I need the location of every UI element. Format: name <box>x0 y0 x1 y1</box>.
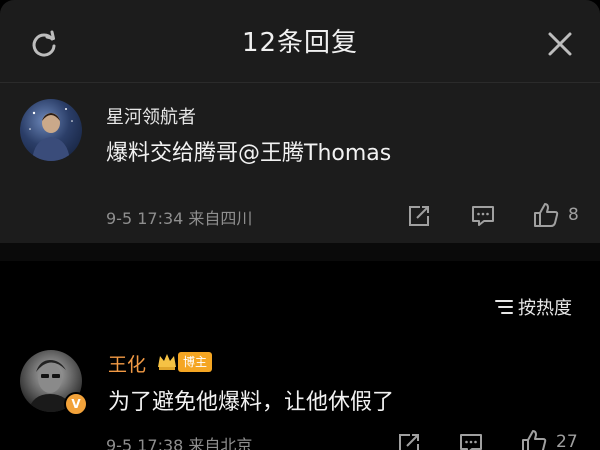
like-button[interactable]: 27 <box>520 428 578 450</box>
avatar[interactable] <box>20 99 82 161</box>
author-badge: 博主 <box>178 352 213 372</box>
like-count: 8 <box>568 205 579 225</box>
close-button[interactable] <box>542 26 578 62</box>
comment-button[interactable] <box>470 204 496 228</box>
like-icon <box>534 203 559 227</box>
share-icon <box>409 206 429 226</box>
share-button[interactable] <box>406 204 432 228</box>
share-icon <box>399 434 419 450</box>
comment-meta: 9-5 17:34 来自四川 <box>106 209 253 228</box>
page-title: 12条回复 <box>241 28 359 58</box>
comment-meta: 9-5 17:38 来自北京 <box>106 436 253 450</box>
reply-sheet: 12条回复 星河领航者 爆料交给腾哥@王腾Thomas 9-5 17:34 来自… <box>0 0 600 450</box>
comment-item: 星河领航者 爆料交给腾哥@王腾Thomas 9-5 17:34 来自四川 8 <box>0 83 600 243</box>
comment-button[interactable] <box>458 432 484 450</box>
comment-username[interactable]: 星河领航者 <box>106 103 196 129</box>
share-button[interactable] <box>396 432 422 450</box>
section-divider <box>0 243 600 261</box>
sort-label: 按热度 <box>518 298 572 319</box>
sort-icon <box>495 300 513 314</box>
crown-icon <box>158 354 176 370</box>
sort-toggle[interactable]: 按热度 <box>494 294 572 320</box>
verified-icon: V <box>64 392 88 416</box>
comment-text: 爆料交给腾哥@王腾Thomas <box>106 141 392 166</box>
comment-icon <box>460 434 482 450</box>
comment-icon <box>472 206 494 226</box>
close-icon <box>548 32 572 56</box>
avatar-image <box>29 108 73 161</box>
header-bar: 12条回复 <box>0 0 600 83</box>
like-count: 27 <box>556 432 578 450</box>
comment-text: 为了避免他爆料，让他休假了 <box>108 390 395 415</box>
comment-username[interactable]: 王化 <box>108 350 146 377</box>
like-icon <box>522 430 547 450</box>
like-button[interactable]: 8 <box>532 201 579 229</box>
